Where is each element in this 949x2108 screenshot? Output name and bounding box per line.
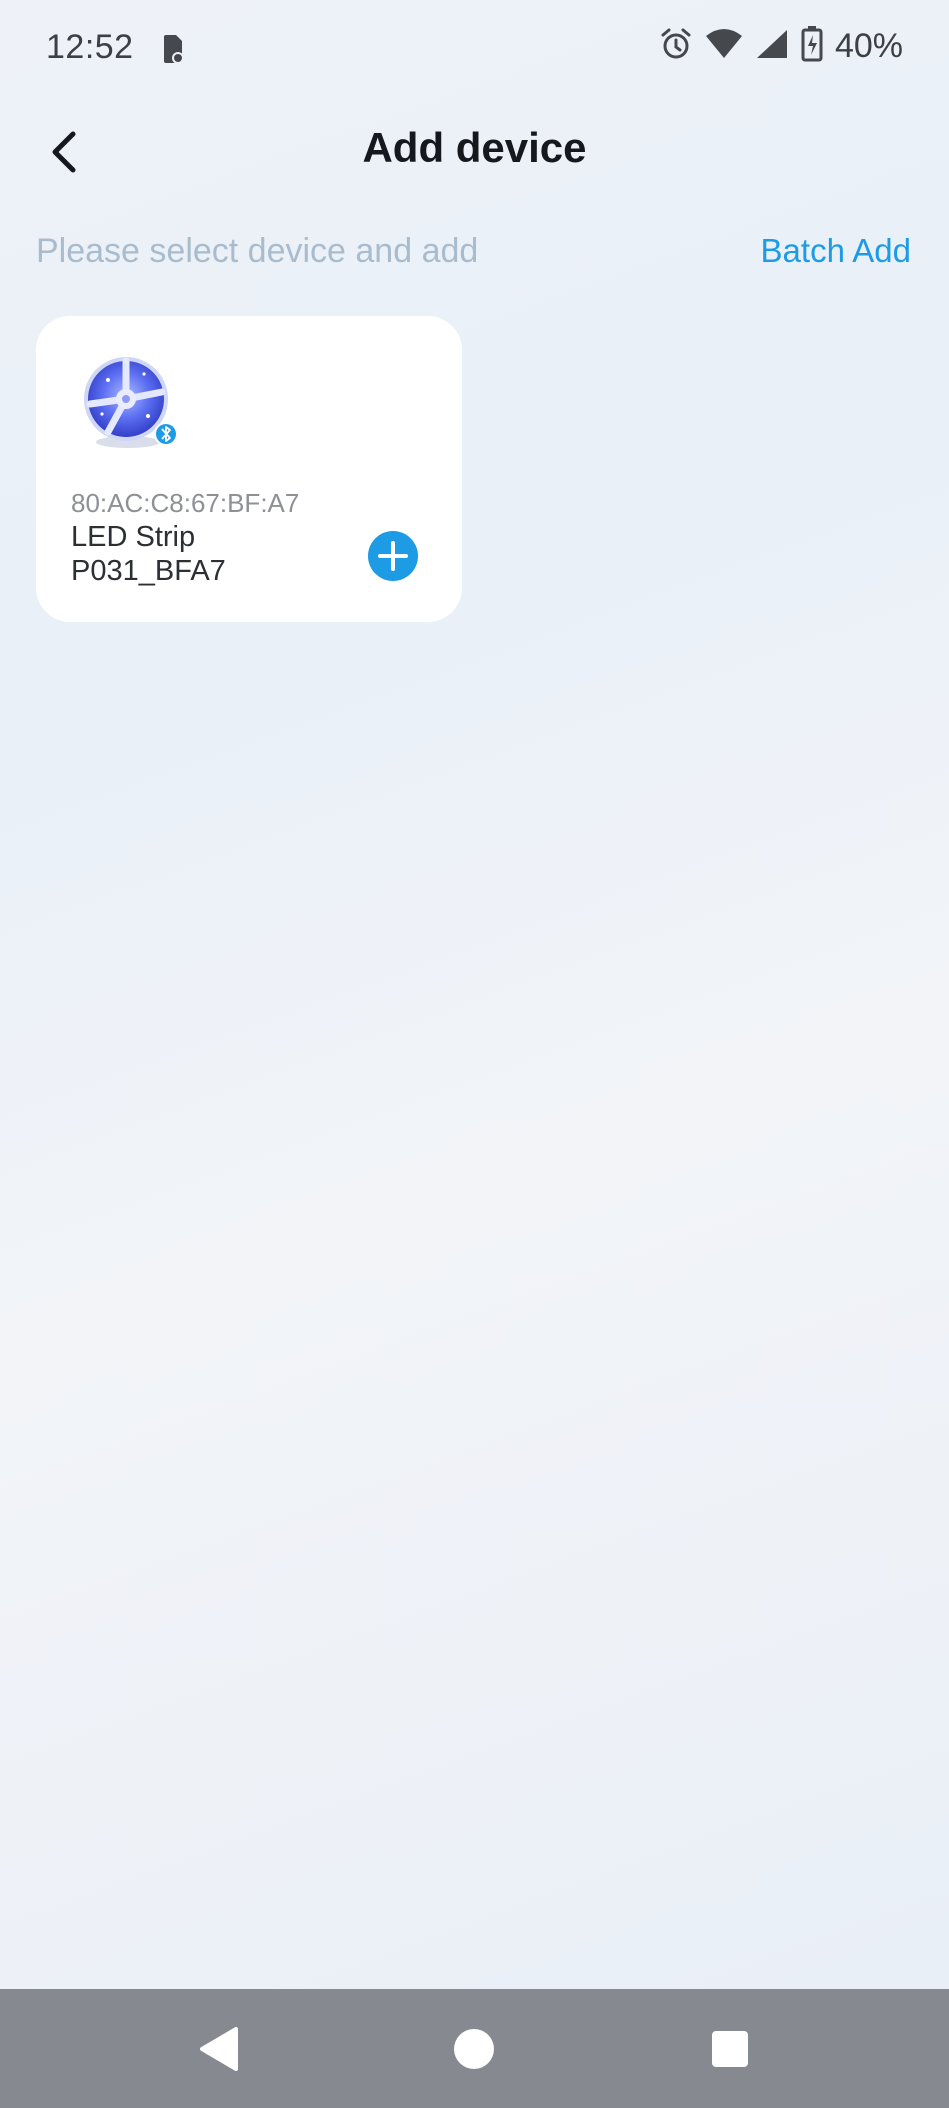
nav-back-button[interactable] [186, 2017, 250, 2081]
nav-recents-button[interactable] [698, 2017, 762, 2081]
add-device-button[interactable] [368, 531, 418, 581]
led-strip-reel-icon [78, 352, 178, 452]
status-time: 12:52 [46, 28, 134, 66]
status-icons: 40% [659, 26, 903, 67]
batch-add-button[interactable]: Batch Add [761, 232, 911, 270]
page-title: Add device [362, 124, 587, 171]
battery-percent: 40% [834, 27, 903, 65]
device-card[interactable]: 80:AC:C8:67:BF:A7 LED Strip P031_BFA7 [36, 316, 462, 622]
battery-saver-icon [160, 32, 184, 64]
plus-circle-icon [368, 531, 418, 581]
header: Add device [0, 110, 949, 190]
wifi-icon [705, 28, 743, 65]
navigation-bar [0, 1989, 949, 2108]
device-mac-address: 80:AC:C8:67:BF:A7 [71, 488, 300, 518]
cellular-signal-icon [755, 28, 789, 65]
home-circle-icon [454, 2029, 494, 2069]
battery-charging-icon [801, 26, 823, 67]
back-triangle-icon [200, 2027, 238, 2071]
nav-home-button[interactable] [442, 2017, 506, 2081]
status-bar: 12:52 40% [0, 0, 949, 96]
recents-square-icon [712, 2031, 748, 2067]
alarm-icon [659, 27, 693, 66]
instruction-text: Please select device and add [36, 232, 479, 270]
device-name: LED Strip P031_BFA7 [71, 521, 226, 587]
